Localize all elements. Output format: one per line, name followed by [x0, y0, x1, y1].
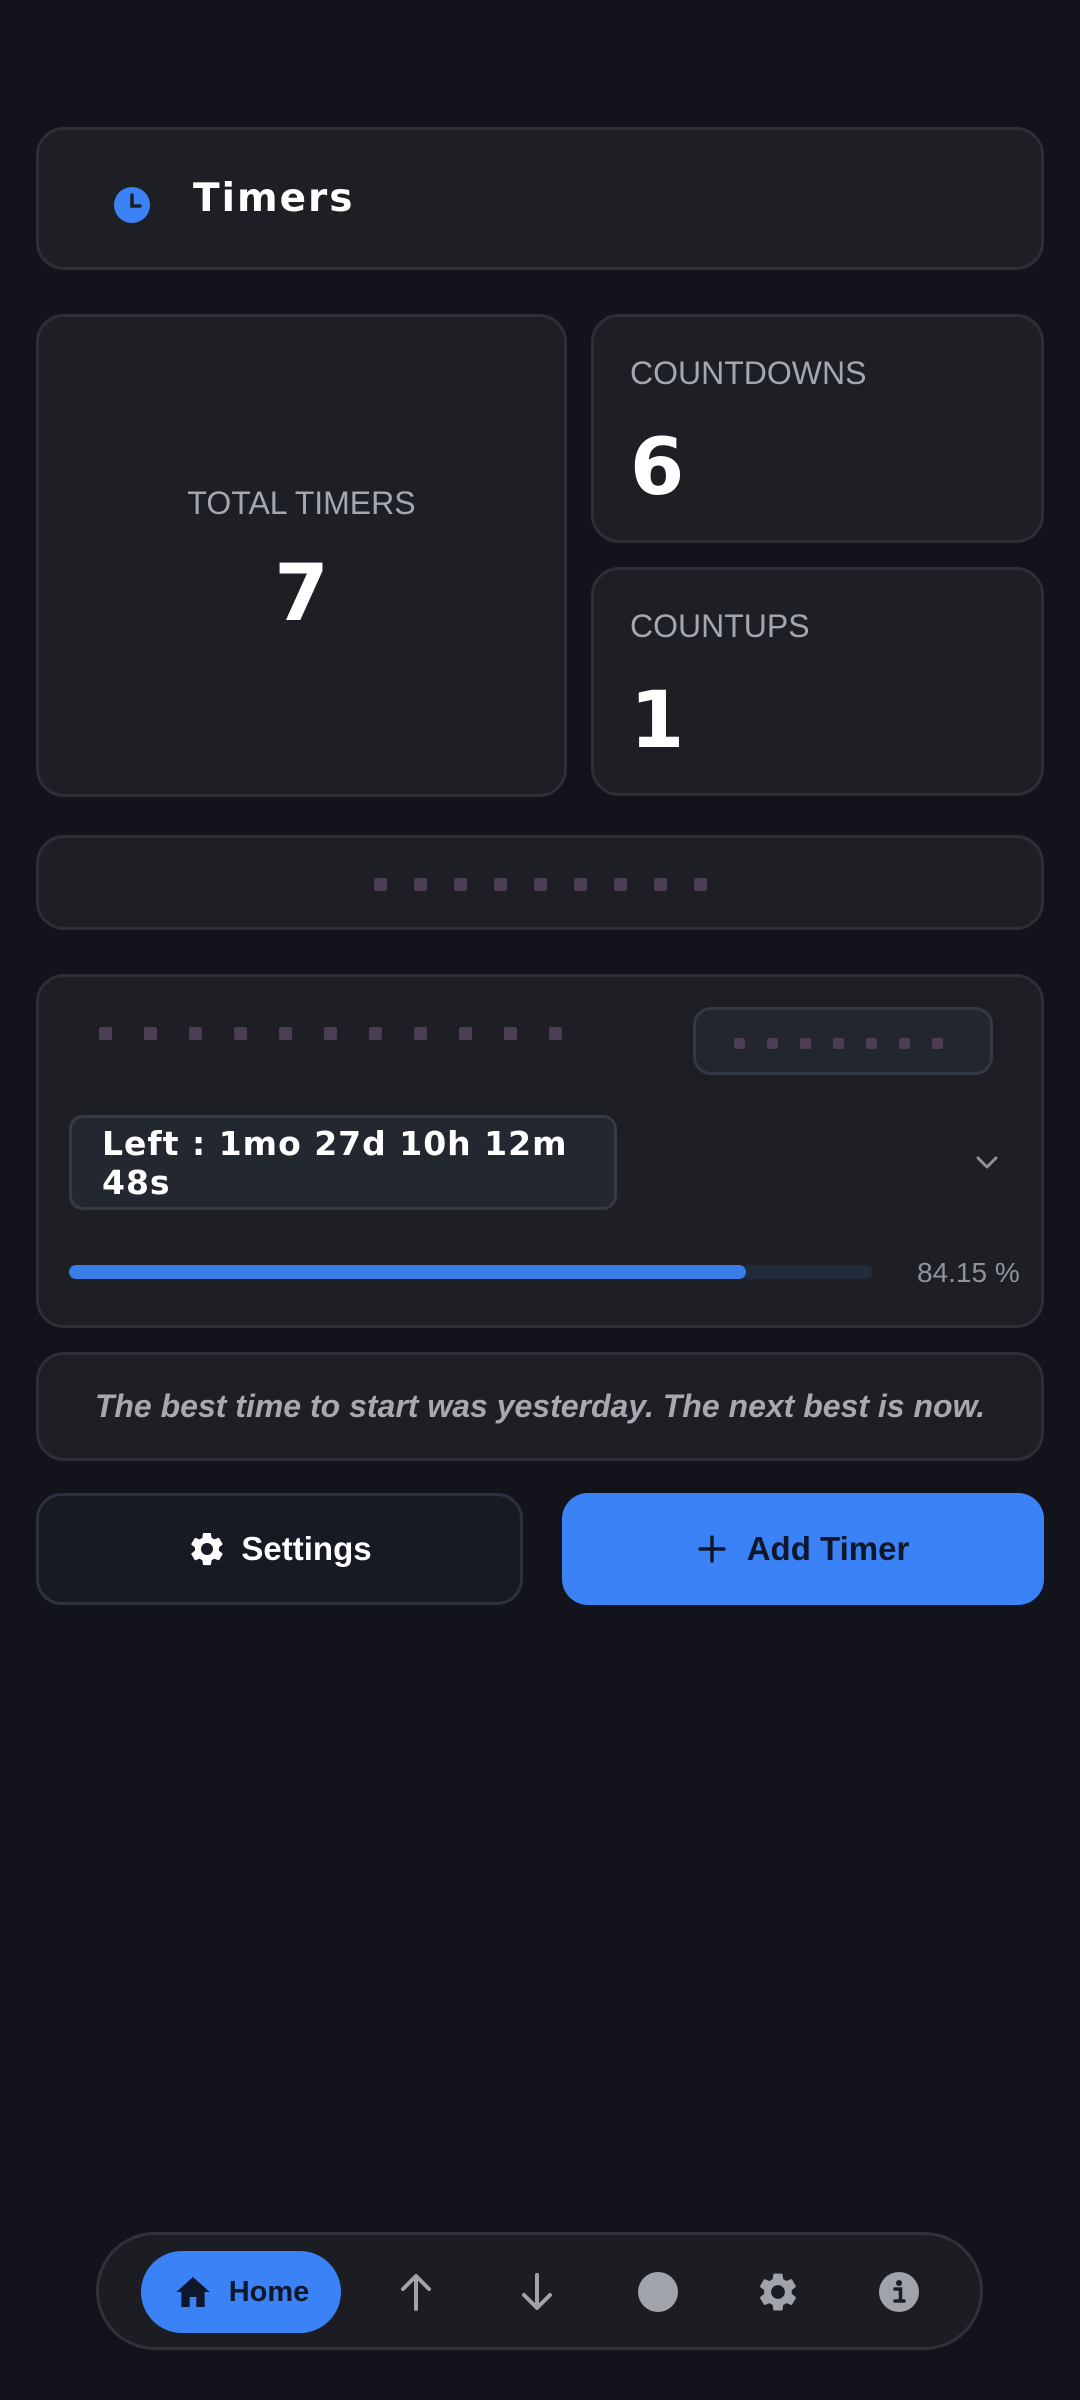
time-left-display: Left : 1mo 27d 10h 12m 48s [69, 1115, 617, 1210]
gear-icon[interactable] [755, 2269, 801, 2315]
bottom-navigation: Home [96, 2232, 983, 2350]
add-timer-button-label: Add Timer [746, 1530, 910, 1567]
add-timer-button[interactable]: Add Timer [562, 1493, 1044, 1605]
arrow-down-icon[interactable] [514, 2269, 560, 2315]
circle-icon[interactable] [635, 2269, 681, 2315]
timer-date-placeholder [734, 1038, 943, 1049]
progress-percent: 84.15 % [917, 1257, 1020, 1288]
total-timers-label: TOTAL TIMERS [187, 485, 416, 521]
info-icon[interactable] [876, 2269, 922, 2315]
nav-home-label: Home [228, 2275, 310, 2308]
nav-home[interactable]: Home [141, 2251, 341, 2333]
clock-icon [114, 187, 150, 223]
total-timers-card: TOTAL TIMERS 7 [36, 314, 567, 797]
page-title: Timers [193, 176, 355, 221]
countdowns-value: 6 [630, 423, 685, 513]
countdowns-label: COUNTDOWNS [630, 355, 867, 391]
countdowns-card: COUNTDOWNS 6 [591, 314, 1044, 543]
settings-button[interactable]: Settings [36, 1493, 523, 1605]
quote-text: The best time to start was yesterday. Th… [94, 1388, 986, 1424]
arrow-up-icon[interactable] [393, 2269, 439, 2315]
countups-label: COUNTUPS [630, 608, 810, 644]
countups-card: COUNTUPS 1 [591, 567, 1044, 796]
loading-dots [374, 878, 707, 891]
chevron-down-icon[interactable] [974, 1149, 1000, 1175]
progress-bar [69, 1265, 873, 1279]
gear-icon [191, 1533, 224, 1566]
plus-icon [697, 1535, 726, 1563]
quote-card: The best time to start was yesterday. Th… [36, 1352, 1044, 1461]
loading-placeholder-card [36, 835, 1044, 930]
countups-value: 1 [630, 676, 685, 766]
home-icon [176, 2277, 210, 2307]
settings-button-label: Settings [241, 1530, 372, 1567]
timer-date-pill [693, 1007, 993, 1075]
timer-name-placeholder [99, 1027, 562, 1040]
timer-card[interactable]: Left : 1mo 27d 10h 12m 48s 84.15 % [36, 974, 1044, 1328]
progress-fill [69, 1265, 746, 1279]
total-timers-value: 7 [274, 549, 329, 639]
app-header: Timers [36, 127, 1044, 270]
